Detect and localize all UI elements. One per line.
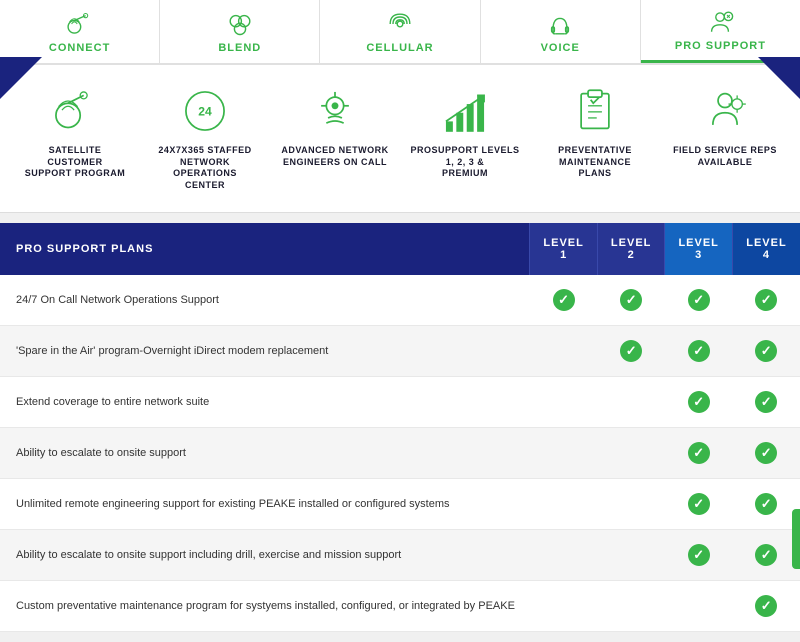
row-label: 'Spare in the Air' program-Overnight iDi…	[0, 325, 530, 376]
check-level3-row3: ✓	[665, 427, 733, 478]
check-icon: ✓	[755, 544, 777, 566]
feature-prosupport: PROSUPPORT LEVELS 1, 2, 3 & PREMIUM	[410, 85, 520, 180]
check-icon: ✓	[688, 391, 710, 413]
feature-staffed: 24 24X7X365 STAFFED NETWORK OPERATIONS C…	[150, 85, 260, 192]
table-row: Ability to escalate to onsite support ✓ ✓	[0, 427, 800, 478]
check-icon: ✓	[688, 493, 710, 515]
advanced-icon	[309, 85, 361, 137]
check-level4-row5: ✓	[732, 529, 800, 580]
check-level2-row3	[597, 427, 665, 478]
level1-header: LEVEL 1	[530, 223, 598, 275]
row-label: Ability to escalate to onsite support in…	[0, 529, 530, 580]
check-level4-row2: ✓	[732, 376, 800, 427]
check-level2-row5	[597, 529, 665, 580]
feature-field-label: FIELD SERVICE REPS AVAILABLE	[673, 145, 777, 168]
check-level4-row4: ✓	[732, 478, 800, 529]
satellite-icon	[49, 85, 101, 137]
plans-column-header: PRO SUPPORT PLANS	[0, 223, 530, 275]
check-level3-row5: ✓	[665, 529, 733, 580]
table-row: 'Spare in the Air' program-Overnight iDi…	[0, 325, 800, 376]
tab-pro-support[interactable]: PRO SUPPORT	[641, 0, 800, 63]
tab-pro-support-label: PRO SUPPORT	[675, 40, 766, 52]
tab-connect-label: CONNECT	[49, 42, 110, 54]
check-level1-row1	[530, 325, 598, 376]
check-level3-row0: ✓	[665, 275, 733, 326]
table-row: Custom preventative maintenance program …	[0, 580, 800, 631]
row-label: Extend coverage to entire network suite	[0, 376, 530, 427]
check-icon: ✓	[620, 289, 642, 311]
check-level4-row0: ✓	[732, 275, 800, 326]
check-level2-row1: ✓	[597, 325, 665, 376]
check-level3-row6	[665, 580, 733, 631]
feature-preventative: PREVENTATIVE MAINTENANCE PLANS	[540, 85, 650, 180]
field-icon	[699, 85, 751, 137]
feature-satellite-label: SATELLITE CUSTOMER SUPPORT PROGRAM	[20, 145, 130, 180]
table-row: Extend coverage to entire network suite ✓…	[0, 376, 800, 427]
tab-cellular[interactable]: CELLULAR	[320, 0, 480, 63]
tab-blend[interactable]: BLEND	[160, 0, 320, 63]
check-icon: ✓	[688, 442, 710, 464]
check-icon: ✓	[620, 340, 642, 362]
tab-cellular-label: CELLULAR	[366, 42, 433, 54]
nav-tabs: CONNECT BLEND CELLULAR	[0, 0, 800, 65]
check-level4-row6: ✓	[732, 580, 800, 631]
check-level1-row2	[530, 376, 598, 427]
tab-voice-label: VOICE	[541, 42, 580, 54]
feature-staffed-label: 24X7X365 STAFFED NETWORK OPERATIONS CENT…	[150, 145, 260, 192]
feature-field: FIELD SERVICE REPS AVAILABLE	[670, 85, 780, 168]
level4-header: LEVEL 4	[732, 223, 800, 275]
check-icon: ✓	[553, 289, 575, 311]
feature-advanced: ADVANCED NETWORK ENGINEERS ON CALL	[280, 85, 390, 168]
check-icon: ✓	[688, 544, 710, 566]
svg-text:24: 24	[198, 104, 212, 118]
feature-satellite: SATELLITE CUSTOMER SUPPORT PROGRAM	[20, 85, 130, 180]
feature-prosupport-label: PROSUPPORT LEVELS 1, 2, 3 & PREMIUM	[410, 145, 520, 180]
check-level1-row0: ✓	[530, 275, 598, 326]
tab-voice[interactable]: VOICE	[481, 0, 641, 63]
feature-advanced-label: ADVANCED NETWORK ENGINEERS ON CALL	[281, 145, 388, 168]
check-icon: ✓	[688, 289, 710, 311]
check-level3-row2: ✓	[665, 376, 733, 427]
check-icon: ✓	[755, 391, 777, 413]
table-section: PRO SUPPORT PLANS LEVEL 1 LEVEL 2 LEVEL …	[0, 213, 800, 642]
table-row: Unlimited remote engineering support for…	[0, 478, 800, 529]
check-icon: ✓	[755, 442, 777, 464]
check-icon: ✓	[755, 340, 777, 362]
scrollbar[interactable]	[792, 509, 800, 569]
level2-header: LEVEL 2	[597, 223, 665, 275]
row-label: 24/7 On Call Network Operations Support	[0, 275, 530, 326]
check-icon: ✓	[688, 340, 710, 362]
row-label: Unlimited remote engineering support for…	[0, 478, 530, 529]
features-section: SATELLITE CUSTOMER SUPPORT PROGRAM 24 24…	[0, 65, 800, 213]
check-level4-row3: ✓	[732, 427, 800, 478]
prosupport-icon	[439, 85, 491, 137]
tab-connect[interactable]: CONNECT	[0, 0, 160, 63]
level3-header: LEVEL 3	[665, 223, 733, 275]
check-level3-row1: ✓	[665, 325, 733, 376]
feature-preventative-label: PREVENTATIVE MAINTENANCE PLANS	[540, 145, 650, 180]
check-level4-row1: ✓	[732, 325, 800, 376]
check-level1-row6	[530, 580, 598, 631]
check-level2-row2	[597, 376, 665, 427]
check-icon: ✓	[755, 289, 777, 311]
row-label: Custom preventative maintenance program …	[0, 580, 530, 631]
tab-blend-label: BLEND	[218, 42, 261, 54]
table-row: Ability to escalate to onsite support in…	[0, 529, 800, 580]
check-level2-row4	[597, 478, 665, 529]
support-table: PRO SUPPORT PLANS LEVEL 1 LEVEL 2 LEVEL …	[0, 223, 800, 632]
staffed-icon: 24	[179, 85, 231, 137]
check-level1-row4	[530, 478, 598, 529]
preventative-icon	[569, 85, 621, 137]
table-row: 24/7 On Call Network Operations Support ✓…	[0, 275, 800, 326]
check-icon: ✓	[755, 595, 777, 617]
check-icon: ✓	[755, 493, 777, 515]
check-level3-row4: ✓	[665, 478, 733, 529]
row-label: Ability to escalate to onsite support	[0, 427, 530, 478]
check-level1-row5	[530, 529, 598, 580]
check-level2-row6	[597, 580, 665, 631]
check-level1-row3	[530, 427, 598, 478]
check-level2-row0: ✓	[597, 275, 665, 326]
